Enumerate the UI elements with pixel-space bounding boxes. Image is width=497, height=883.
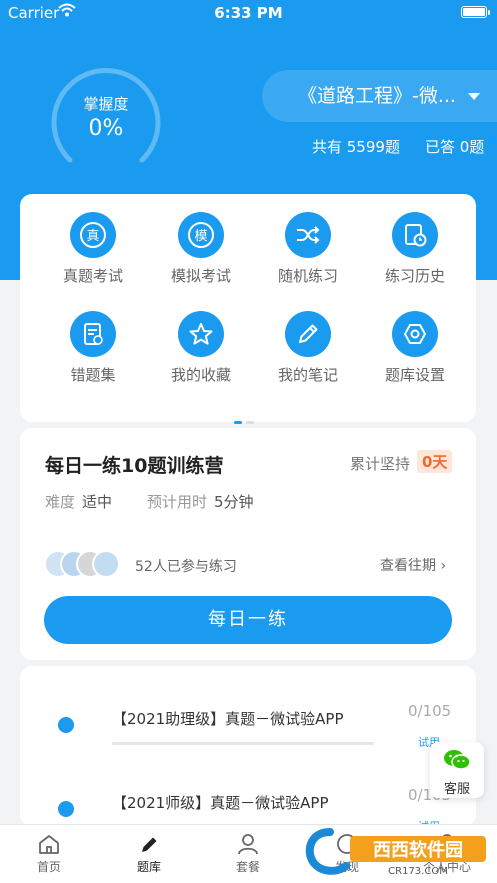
menu-item-notes[interactable]: 我的笔记 (253, 311, 363, 385)
menu-label-wrong-set: 错题集 (70, 366, 116, 384)
progress-bar (112, 742, 374, 745)
settings-icon (392, 311, 438, 357)
wrong-set-icon (70, 311, 116, 357)
mastery-label: 掌握度 (83, 95, 129, 113)
time-value: 5分钟 (214, 493, 254, 511)
question-bank-icon (142, 837, 157, 852)
chevron-down-icon (468, 93, 480, 100)
participants-count: 52人已参与练习 (135, 559, 237, 575)
watermark-logo: 西西软件园 CR173.COM (305, 828, 486, 877)
menu-item-practice-history[interactable]: 练习历史 (360, 212, 470, 286)
menu-label-mock-exam: 模拟考试 (170, 267, 231, 285)
streak-badge: 0天 (417, 450, 453, 473)
status-time: 6:33 PM (214, 4, 283, 22)
watermark-domain: CR173.COM (388, 866, 448, 877)
menu-item-mock-exam[interactable]: 模 模拟考试 (146, 212, 256, 286)
view-history-label: 查看往期 (380, 558, 436, 574)
bullet-dot (58, 717, 74, 733)
total-questions: 共有 5599题 (312, 138, 400, 156)
question-bank-title: 《道路工程》-微... (298, 85, 456, 107)
difficulty-info: 难度 适中 (45, 491, 112, 512)
tab-label-question-bank: 题库 (136, 860, 161, 874)
tab-home[interactable]: 首页 (14, 833, 84, 875)
mastery-value: 0% (88, 116, 124, 141)
menu-item-favorites[interactable]: 我的收藏 (146, 311, 256, 385)
menu-label-bank-settings: 题库设置 (384, 366, 445, 384)
list-item[interactable]: 【2021师级】真题－微试验APP 0/103 试用 (20, 780, 476, 826)
difficulty-value: 适中 (82, 493, 113, 511)
star-icon (178, 311, 224, 357)
tab-package[interactable]: 套餐 (213, 833, 283, 875)
menu-item-random-practice[interactable]: 随机练习 (253, 212, 363, 286)
daily-practice-card: 每日一练10题训练营 累计坚持 0天 难度 适中 预计用时 5分钟 52人已参与练习… (20, 428, 476, 660)
question-set-title: 【2021助理级】真题－微试验APP (112, 710, 344, 728)
watermark-name: 西西软件园 (373, 839, 463, 861)
tab-question-bank[interactable]: 题库 (114, 833, 184, 875)
menu-label-real-exam: 真题考试 (62, 267, 123, 285)
question-bank-selector[interactable]: 《道路工程》-微... (262, 70, 497, 122)
question-set-count: 0/105 (408, 702, 452, 720)
answered-questions: 已答 0题 (425, 138, 485, 156)
camp-title: 每日一练10题训练营 (45, 455, 224, 477)
time-info: 预计用时 5分钟 (147, 491, 254, 512)
pencil-icon (285, 311, 331, 357)
menu-item-wrong-set[interactable]: 错题集 (38, 311, 148, 385)
svg-text:模: 模 (194, 229, 207, 244)
time-label: 预计用时 (147, 493, 208, 511)
participant-avatars (44, 550, 124, 578)
daily-practice-button[interactable]: 每日一练 (44, 596, 452, 644)
tab-label-package: 套餐 (235, 860, 260, 874)
shuffle-icon (285, 212, 331, 258)
page-dot-active (234, 421, 242, 424)
avatar (92, 550, 120, 578)
wechat-icon (444, 750, 471, 770)
svg-text:真: 真 (86, 229, 99, 244)
mock-exam-icon: 模 (178, 212, 224, 258)
difficulty-label: 难度 (45, 493, 76, 511)
menu-label-practice-history: 练习历史 (384, 267, 445, 285)
menu-label-random-practice: 随机练习 (277, 267, 338, 285)
chevron-right-icon: › (440, 558, 447, 574)
streak-label: 累计坚持 (350, 455, 411, 473)
list-item[interactable]: 【2021助理级】真题－微试验APP 0/105 试用 (20, 692, 476, 780)
bullet-dot (58, 801, 74, 817)
menu-item-real-exam[interactable]: 真 真题考试 (38, 212, 148, 286)
home-icon (39, 835, 59, 854)
tab-label-home: 首页 (36, 860, 61, 874)
menu-label-favorites: 我的收藏 (170, 366, 231, 384)
menu-label-notes: 我的笔记 (277, 366, 338, 384)
history-icon (392, 212, 438, 258)
view-history-link[interactable]: 查看往期 › (380, 555, 446, 575)
status-bar: Carrier 6:33 PM (0, 0, 497, 26)
customer-service-label: 客服 (443, 782, 470, 797)
page-indicator (234, 409, 254, 428)
real-exam-icon: 真 (70, 212, 116, 258)
customer-service-button[interactable]: 客服 (430, 742, 484, 798)
question-set-title: 【2021师级】真题－微试验APP (112, 794, 329, 812)
battery-icon (461, 6, 487, 18)
page-dot (246, 421, 254, 424)
menu-item-bank-settings[interactable]: 题库设置 (360, 311, 470, 385)
question-set-list: 【2021助理级】真题－微试验APP 0/105 试用 【2021师级】真题－微… (20, 666, 476, 826)
package-icon (238, 834, 258, 855)
feature-menu: 真 真题考试 模 模拟考试 随机练习 练习历史 错题集 我的收藏 我的笔记 题库… (20, 194, 476, 424)
